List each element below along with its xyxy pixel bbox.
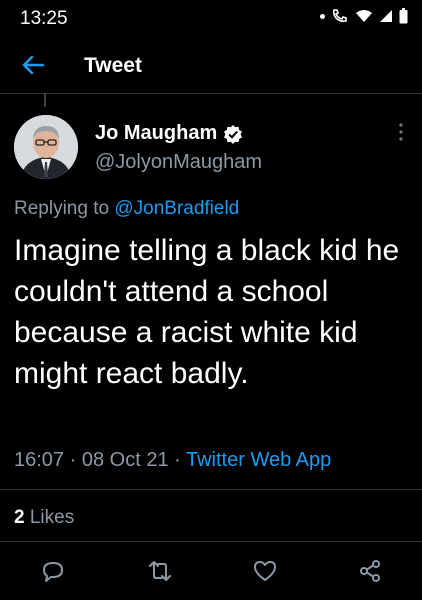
tweet-date: 08 Oct 21 bbox=[81, 449, 169, 471]
author-handle[interactable]: @JolyonMaugham bbox=[95, 151, 262, 174]
avatar[interactable] bbox=[14, 115, 78, 179]
share-icon[interactable] bbox=[356, 557, 384, 585]
likes-label: Likes bbox=[29, 507, 75, 528]
tweet-source[interactable]: Twitter Web App bbox=[186, 449, 331, 471]
action-bar bbox=[0, 552, 422, 592]
page-title: Tweet bbox=[84, 54, 142, 77]
likes-divider bbox=[0, 541, 422, 542]
replying-to-mention[interactable]: @JonBradfield bbox=[114, 198, 239, 219]
replying-to: Replying to @JonBradfield bbox=[14, 198, 239, 220]
tweet-meta: 16:07 · 08 Oct 21 · Twitter Web App bbox=[14, 449, 331, 472]
meta-separator: · bbox=[174, 449, 186, 471]
like-count-value: 2 bbox=[14, 507, 25, 528]
author-name-row[interactable]: Jo Maugham bbox=[95, 122, 243, 145]
verified-badge-icon bbox=[224, 124, 243, 144]
cell-signal-icon bbox=[380, 10, 392, 22]
app-bar: Tweet bbox=[0, 38, 422, 92]
more-vertical-icon[interactable] bbox=[398, 122, 404, 142]
back-arrow-icon[interactable] bbox=[18, 50, 48, 80]
avatar-image bbox=[14, 115, 78, 179]
like-icon[interactable] bbox=[251, 557, 279, 585]
status-time: 13:25 bbox=[20, 8, 68, 29]
battery-icon bbox=[399, 8, 408, 24]
tweet-text: Imagine telling a black kid he couldn't … bbox=[14, 234, 400, 390]
thread-connector-line bbox=[44, 93, 46, 107]
wifi-icon bbox=[356, 10, 372, 22]
likes-count[interactable]: 2 Likes bbox=[14, 507, 74, 529]
reply-icon[interactable] bbox=[39, 557, 67, 585]
tweet-time: 16:07 bbox=[14, 449, 65, 471]
meta-separator: · bbox=[69, 449, 82, 471]
meta-divider bbox=[0, 489, 422, 490]
status-icons bbox=[320, 8, 408, 24]
author-name: Jo Maugham bbox=[95, 122, 218, 144]
retweet-icon[interactable] bbox=[146, 557, 174, 585]
call-icon bbox=[332, 9, 347, 22]
replying-prefix: Replying to bbox=[14, 198, 110, 219]
notification-dot-icon bbox=[320, 13, 325, 19]
status-bar: 13:25 bbox=[0, 0, 422, 36]
header-divider bbox=[0, 93, 422, 94]
